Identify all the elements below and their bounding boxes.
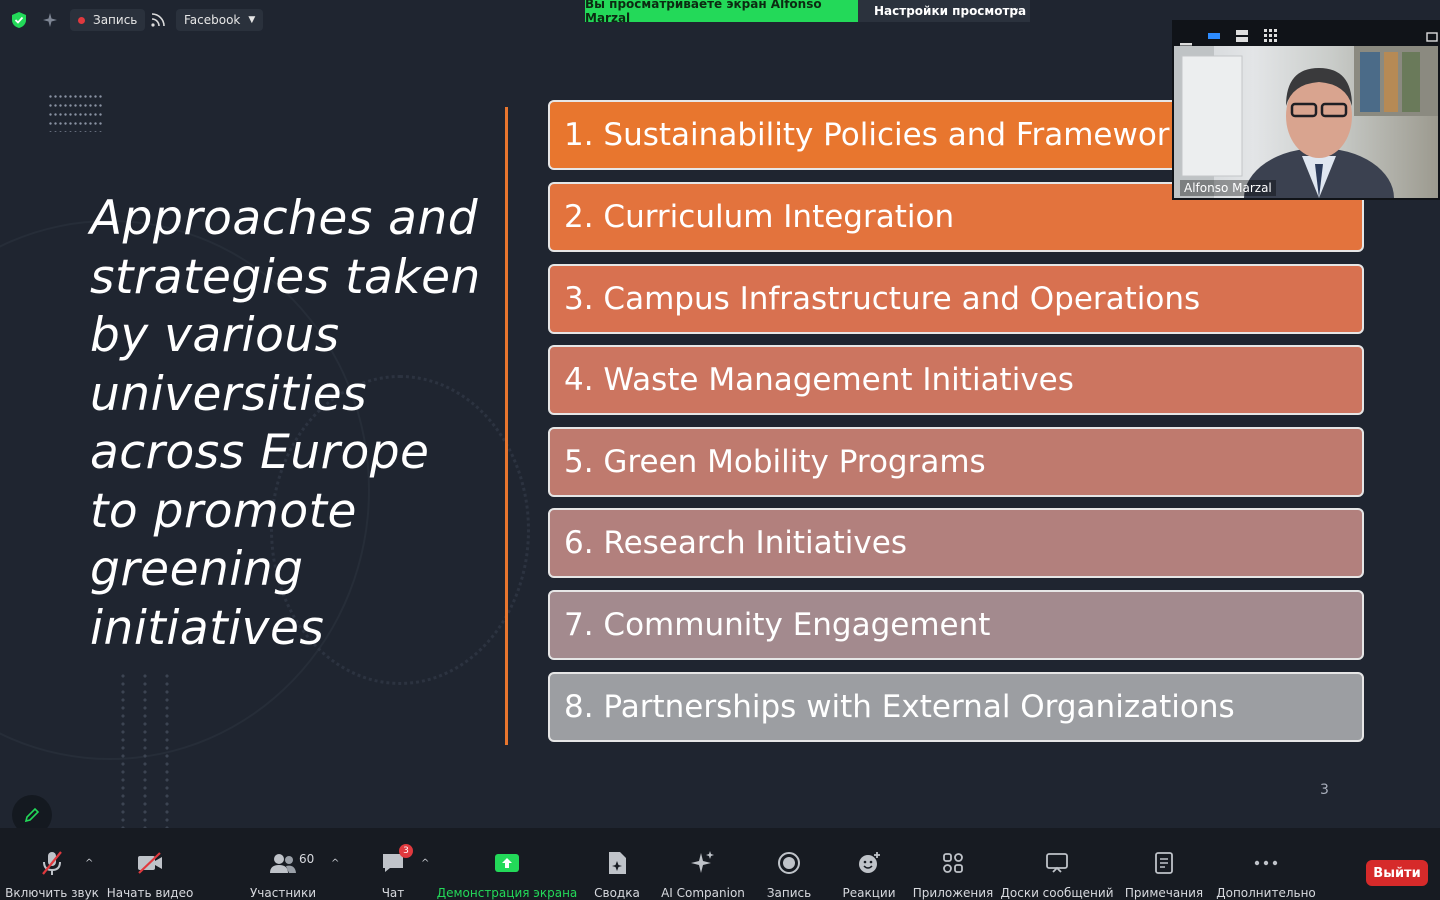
camera-off-icon bbox=[136, 850, 164, 876]
decorative-dot-columns bbox=[112, 672, 186, 828]
emoji-plus-icon bbox=[857, 850, 881, 876]
meeting-toolbar: Включить звук ^ Начать видео 60 Участник… bbox=[0, 828, 1440, 900]
speaker-view-icon[interactable] bbox=[1208, 27, 1220, 46]
sparkle-icon[interactable] bbox=[42, 9, 58, 31]
apps-label: Приложения bbox=[912, 886, 994, 900]
unmute-button[interactable]: Включить звук bbox=[5, 828, 99, 900]
record-icon bbox=[777, 850, 801, 876]
participant-video-image bbox=[1174, 46, 1438, 198]
start-video-button[interactable]: Начать видео bbox=[106, 828, 194, 900]
chevron-down-icon: ▼ bbox=[248, 15, 256, 25]
view-settings-dropdown[interactable]: Настройки просмотра ⌄ bbox=[858, 0, 1030, 22]
share-screen-icon bbox=[494, 850, 520, 876]
chat-caret-icon[interactable]: ^ bbox=[421, 858, 429, 869]
apps-icon bbox=[942, 850, 964, 876]
participants-caret-icon[interactable]: ^ bbox=[331, 858, 339, 869]
view-settings-label: Настройки просмотра bbox=[874, 4, 1027, 18]
notes-icon bbox=[1154, 850, 1174, 876]
decorative-dot-grid bbox=[48, 92, 102, 132]
sparkle-icon bbox=[690, 850, 716, 876]
slide-page-number: 3 bbox=[1320, 782, 1329, 798]
slide-item-3: 3. Campus Infrastructure and Operations bbox=[548, 264, 1364, 334]
notes-button[interactable]: Примечания bbox=[1124, 828, 1204, 900]
summary-button[interactable]: Сводка bbox=[592, 828, 642, 900]
pencil-icon bbox=[24, 807, 40, 823]
slide-item-8: 8. Partnerships with External Organizati… bbox=[548, 672, 1364, 742]
reactions-button[interactable]: Реакции bbox=[842, 828, 896, 900]
chat-label: Чат bbox=[381, 886, 405, 900]
strip-view-icon[interactable] bbox=[1236, 27, 1248, 46]
stream-platform-label: Facebook bbox=[184, 13, 241, 27]
recording-indicator[interactable]: Запись bbox=[70, 9, 146, 31]
whiteboard-icon bbox=[1045, 850, 1069, 876]
record-label: Запись bbox=[766, 886, 812, 900]
participants-label: Участники bbox=[249, 886, 317, 900]
ai-companion-button[interactable]: AI Companion bbox=[661, 828, 745, 900]
audio-options-caret-icon[interactable]: ^ bbox=[85, 858, 93, 869]
slide-item-6: 6. Research Initiatives bbox=[548, 508, 1364, 578]
apps-button[interactable]: Приложения bbox=[912, 828, 994, 900]
summary-document-icon bbox=[606, 850, 628, 876]
chat-button[interactable]: 3 Чат bbox=[370, 828, 416, 900]
ai-companion-label: AI Companion bbox=[661, 886, 745, 900]
slide-item-5: 5. Green Mobility Programs bbox=[548, 427, 1364, 497]
participants-icon: 60 bbox=[269, 850, 314, 876]
more-dots-icon bbox=[1254, 850, 1278, 876]
more-button[interactable]: Дополнительно bbox=[1216, 828, 1316, 900]
summary-label: Сводка bbox=[594, 886, 640, 900]
more-label: Дополнительно bbox=[1216, 886, 1316, 900]
recording-dot-icon bbox=[78, 16, 85, 24]
vertical-divider bbox=[505, 107, 508, 745]
slide-item-7: 7. Community Engagement bbox=[548, 590, 1364, 660]
participant-video-feed: Alfonso Marzal bbox=[1174, 46, 1438, 198]
gallery-view-icon[interactable] bbox=[1264, 27, 1277, 46]
chat-icon: 3 bbox=[381, 844, 413, 876]
leave-meeting-button[interactable]: Выйти bbox=[1366, 860, 1428, 886]
whiteboards-label: Доски сообщений bbox=[1000, 886, 1114, 900]
unmute-label: Включить звук bbox=[5, 886, 99, 900]
recording-label: Запись bbox=[93, 13, 138, 27]
security-shield-icon[interactable] bbox=[10, 9, 28, 31]
share-screen-button[interactable]: Демонстрация экрана bbox=[437, 828, 577, 900]
video-panel-toolbar bbox=[1172, 20, 1440, 46]
pop-out-icon[interactable] bbox=[1426, 27, 1438, 46]
stream-platform-dropdown[interactable]: Facebook ▼ bbox=[176, 9, 264, 31]
participants-button[interactable]: 60 Участники bbox=[250, 828, 316, 900]
live-stream-icon[interactable] bbox=[150, 9, 166, 31]
start-video-label: Начать видео bbox=[106, 886, 194, 900]
chevron-down-icon: ⌄ bbox=[1011, 3, 1020, 14]
share-screen-label: Демонстрация экрана bbox=[436, 886, 578, 900]
screen-share-banner: Вы просматриваете экран Alfonso Marzal bbox=[585, 0, 858, 25]
record-button[interactable]: Запись bbox=[764, 828, 814, 900]
whiteboards-button[interactable]: Доски сообщений bbox=[1001, 828, 1114, 900]
slide-item-4: 4. Waste Management Initiatives bbox=[548, 345, 1364, 415]
chat-unread-badge: 3 bbox=[399, 844, 413, 858]
notes-label: Примечания bbox=[1124, 886, 1204, 900]
participant-name-label: Alfonso Marzal bbox=[1180, 180, 1276, 196]
slide-title: Approaches and strategies taken by vario… bbox=[90, 191, 481, 656]
participant-video-panel[interactable]: Alfonso Marzal bbox=[1172, 20, 1440, 200]
reactions-label: Реакции bbox=[842, 886, 896, 900]
annotate-button[interactable] bbox=[12, 795, 52, 828]
microphone-muted-icon bbox=[40, 850, 64, 876]
participants-count: 60 bbox=[299, 852, 315, 866]
